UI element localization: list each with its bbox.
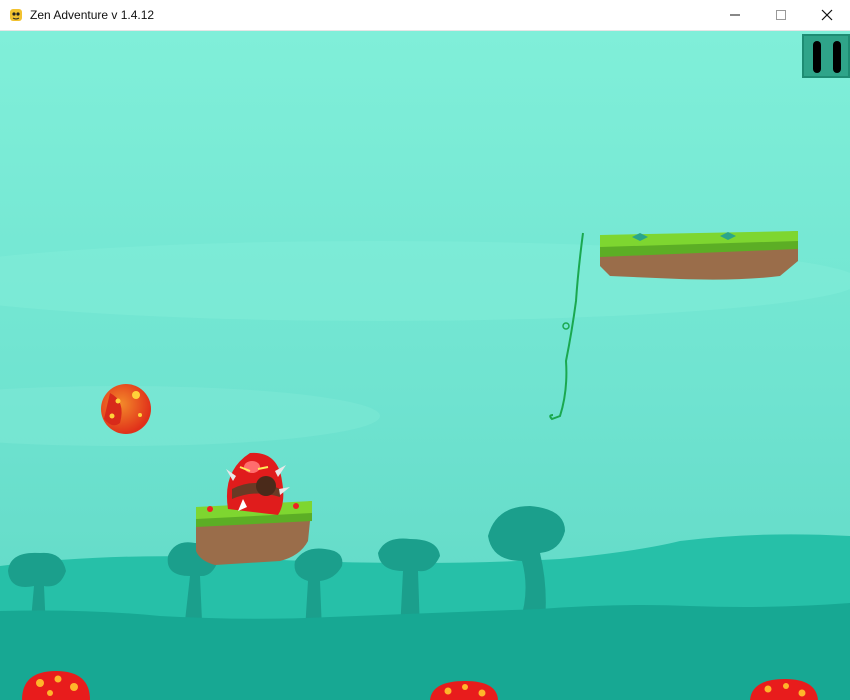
minimize-icon	[730, 14, 740, 16]
close-icon	[821, 9, 833, 21]
ground	[0, 603, 850, 700]
maximize-icon	[776, 10, 786, 20]
floating-platform-upper	[600, 231, 798, 280]
window-title: Zen Adventure v 1.4.12	[30, 8, 155, 22]
maximize-button[interactable]	[758, 0, 804, 30]
close-button[interactable]	[804, 0, 850, 30]
minimize-button[interactable]	[712, 0, 758, 30]
pause-button[interactable]	[802, 34, 850, 78]
game-canvas[interactable]	[0, 31, 850, 700]
python-game-icon	[10, 9, 22, 21]
game-window: Zen Adventure v 1.4.12	[0, 0, 850, 700]
fireball	[101, 384, 151, 434]
title-bar: Zen Adventure v 1.4.12	[0, 0, 850, 31]
